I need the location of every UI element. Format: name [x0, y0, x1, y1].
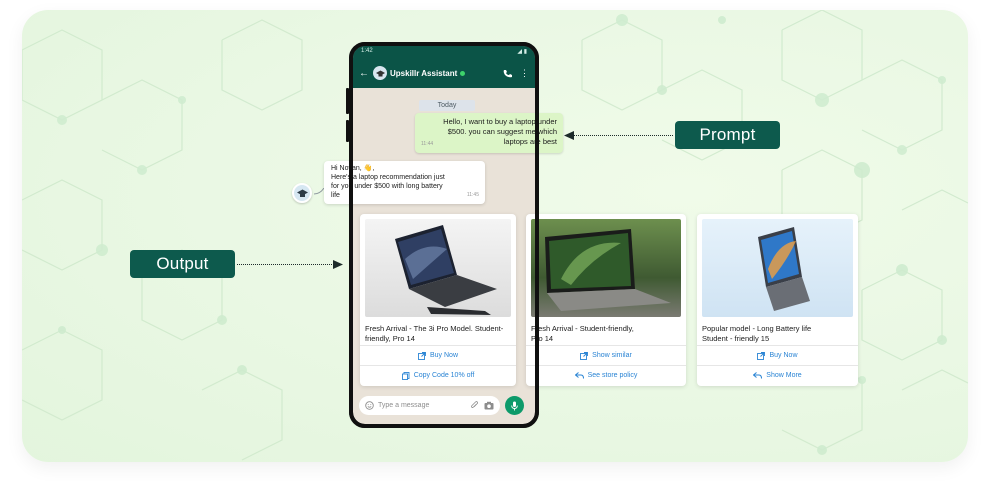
product-description: Fresh Arrival - Student-friendly, Pro 14 [531, 324, 681, 344]
graduation-cap-icon [375, 70, 385, 76]
description-line: Fresh Arrival - Student-friendly, [531, 324, 634, 333]
status-bar: 1:42 ◢ ▮ [353, 46, 535, 58]
output-label: Output [130, 250, 235, 278]
attach-icon[interactable] [470, 401, 479, 410]
reply-icon [574, 372, 584, 379]
external-link-icon [757, 351, 766, 360]
output-arrow-icon [333, 260, 343, 269]
more-options-icon[interactable]: ⋮ [520, 68, 529, 79]
message-line: Hello, I want to buy a laptop under [443, 117, 557, 126]
product-card: Fresh Arrival - Student-friendly, Pro 14… [526, 214, 686, 386]
copy-code-button[interactable]: Copy Code 10% off [360, 365, 516, 385]
description-line: Popular model - Long Battery life [702, 324, 812, 333]
external-link-icon [418, 351, 426, 360]
phone-call-icon[interactable] [503, 69, 512, 78]
camera-icon[interactable] [484, 401, 494, 410]
chat-header: ← Upskillr Assistant ⋮ [353, 58, 535, 88]
button-label: Copy Code 10% off [413, 372, 475, 379]
mic-icon [511, 401, 518, 410]
message-time: 11:44 [421, 141, 434, 147]
emoji-icon[interactable] [365, 401, 374, 410]
buy-now-button[interactable]: Buy Now [697, 345, 858, 365]
message-input[interactable]: Type a message [359, 396, 500, 415]
description-line: friendly, Pro 14 [365, 334, 415, 343]
output-pointer-line [237, 264, 334, 265]
show-similar-button[interactable]: Show similar [526, 345, 686, 365]
message-line: Hi Novan, 👋, [331, 165, 375, 172]
copy-icon [401, 371, 410, 380]
prompt-arrow-icon [564, 131, 574, 140]
date-chip: Today [419, 100, 475, 111]
message-line: laptops are best [503, 137, 557, 146]
button-label: Show More [766, 372, 802, 379]
button-label: Buy Now [769, 352, 798, 359]
store-policy-button[interactable]: See store policy [526, 365, 686, 385]
external-link-icon [580, 351, 589, 360]
message-line: Here's a laptop recommendation just [331, 174, 445, 181]
product-description: Popular model - Long Battery life Studen… [702, 324, 852, 344]
button-label: Buy Now [429, 352, 458, 359]
laptop-image [758, 227, 810, 311]
message-time: 11:45 [466, 192, 479, 198]
back-arrow-icon[interactable]: ← [359, 68, 369, 79]
contact-avatar[interactable] [373, 66, 387, 80]
description-line: Student - friendly 15 [702, 334, 770, 343]
signal-battery-icon: ◢ ▮ [517, 49, 527, 55]
laptop-image [395, 225, 497, 315]
reply-icon [753, 372, 763, 379]
message-line: $500. you can suggest me which [447, 127, 557, 136]
description-line: Pro 14 [531, 334, 554, 343]
buy-now-button[interactable]: Buy Now [360, 345, 516, 365]
product-card: Popular model - Long Battery life Studen… [697, 214, 858, 386]
product-image[interactable] [531, 219, 681, 317]
product-image[interactable] [365, 219, 511, 317]
contact-name[interactable]: Upskillr Assistant [390, 69, 457, 78]
button-label: Show similar [592, 352, 632, 359]
product-description: Fresh Arrival - The 3i Pro Model. Studen… [365, 324, 515, 344]
description-line: Fresh Arrival - The 3i Pro Model. Studen… [365, 324, 504, 333]
user-message-bubble: Hello, I want to buy a laptop under $500… [415, 113, 563, 153]
prompt-label: Prompt [675, 121, 780, 149]
bot-message-bubble: Hi Novan, 👋, Here's a laptop recommendat… [324, 161, 485, 204]
status-time: 1:42 [361, 48, 373, 54]
product-card: Fresh Arrival - The 3i Pro Model. Studen… [360, 214, 516, 386]
mic-button[interactable] [505, 396, 524, 415]
message-line: for you under $500 with long battery [331, 183, 443, 190]
connector-curve [314, 188, 324, 195]
input-placeholder: Type a message [378, 402, 430, 409]
button-label: See store policy [587, 372, 638, 379]
laptop-image [545, 229, 671, 311]
graduation-cap-icon [296, 189, 308, 197]
show-more-button[interactable]: Show More [697, 365, 858, 385]
prompt-pointer-line [573, 135, 673, 136]
message-line: life [331, 192, 340, 199]
online-indicator [460, 70, 466, 76]
bot-avatar [292, 183, 312, 203]
product-image[interactable] [702, 219, 853, 317]
